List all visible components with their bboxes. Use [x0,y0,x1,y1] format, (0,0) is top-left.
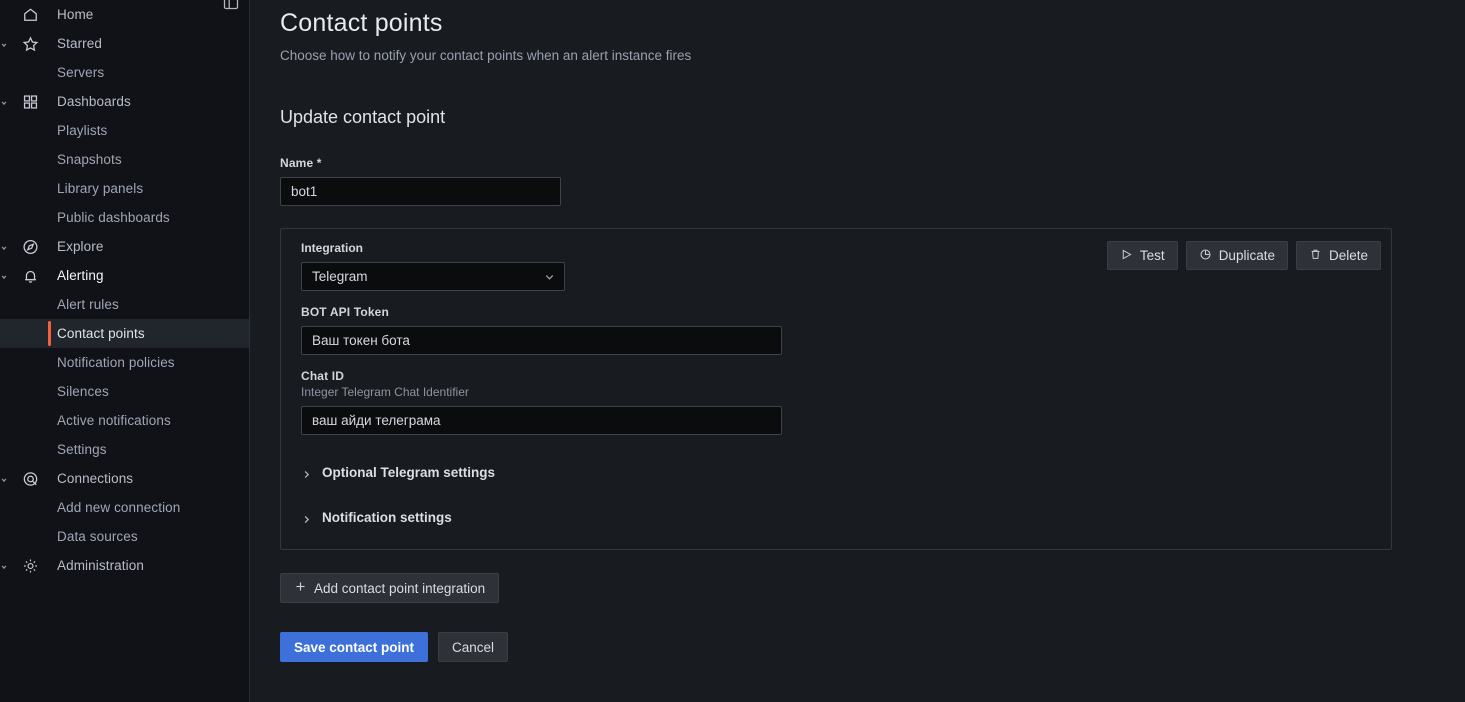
sidebar-item-explore[interactable]: Explore [0,232,249,261]
sidebar-item-label: Silences [57,384,109,399]
sidebar-nav-list: Home Starred Servers Dashboards Playlists Sna… [0,0,249,580]
chat-id-group: Chat ID Integer Telegram Chat Identifier [301,369,1381,435]
cancel-button-label: Cancel [452,639,495,655]
save-contact-point-button[interactable]: Save contact point [280,632,429,662]
sidebar-item-starred[interactable]: Starred [0,29,249,58]
test-button-label: Test [1139,248,1165,263]
page-title: Contact points [280,9,443,37]
play-icon [1120,248,1133,264]
sidebar-item-label: Library panels [57,181,144,196]
sidebar-item-label: Servers [57,65,105,80]
sidebar-item-label: Connections [57,471,134,486]
duplicate-button[interactable]: Duplicate [1185,241,1288,270]
sidebar-item-contact-points[interactable]: Contact points [0,319,249,348]
sidebar-item-connections[interactable]: Connections [0,464,249,493]
add-integration-row: Add contact point integration [280,573,1465,603]
notification-settings-label: Notification settings [322,510,452,525]
delete-button-label: Delete [1328,248,1368,263]
sidebar-item-silences[interactable]: Silences [0,377,249,406]
sidebar-item-playlists[interactable]: Playlists [0,116,249,145]
sidebar-item-label: Public dashboards [57,210,170,225]
sidebar-item-label: Alert rules [57,297,119,312]
integration-select-value: Telegram [312,269,368,284]
sidebar-item-alert-rules[interactable]: Alert rules [0,290,249,319]
sidebar-item-label: Snapshots [57,152,122,167]
sidebar-item-label: Add new connection [57,500,181,515]
main-content: Contact points Choose how to notify your… [250,0,1465,702]
sidebar-item-label: Contact points [57,326,145,341]
sidebar-item-active-notifications[interactable]: Active notifications [0,406,249,435]
sidebar-item-servers[interactable]: Servers [0,58,249,87]
integration-actions: Test Duplicate Delete [1106,241,1381,270]
sidebar-item-label: Active notifications [57,413,171,428]
sidebar-item-dashboards[interactable]: Dashboards [0,87,249,116]
sidebar-item-label: Playlists [57,123,108,138]
name-label: Name * [280,156,322,170]
sidebar-item-settings[interactable]: Settings [0,435,249,464]
add-integration-label: Add contact point integration [314,580,486,596]
delete-button[interactable]: Delete [1295,241,1381,270]
duplicate-button-label: Duplicate [1218,248,1275,263]
sidebar-item-label: Data sources [57,529,138,544]
chevron-down-icon[interactable] [0,473,10,485]
chevron-right-icon [301,467,312,479]
section-title: Update contact point [280,107,446,127]
save-button-label: Save contact point [294,639,415,655]
integration-panel: Test Duplicate Delete Integration Telegr… [280,228,1392,550]
sidebar-item-label: Alerting [57,268,104,283]
add-contact-point-integration-button[interactable]: Add contact point integration [280,573,500,603]
chevron-right-icon [301,512,312,524]
form-footer: Save contact point Cancel [280,632,1465,662]
sidebar-item-public-dashboards[interactable]: Public dashboards [0,203,249,232]
sidebar-item-label: Administration [57,558,144,573]
name-input[interactable] [280,177,561,206]
integration-select[interactable]: Telegram [301,262,565,291]
home-icon [22,6,39,23]
optional-telegram-settings-label: Optional Telegram settings [322,465,496,480]
bot-token-label: BOT API Token [301,305,389,319]
star-icon [22,35,39,52]
sidebar-item-label: Settings [57,442,107,457]
compass-icon [22,238,39,255]
sidebar-item-notification-policies[interactable]: Notification policies [0,348,249,377]
sidebar-item-home[interactable]: Home [0,0,249,29]
bot-token-group: BOT API Token [301,305,1381,355]
sidebar-item-library-panels[interactable]: Library panels [0,174,249,203]
chevron-down-icon[interactable] [0,38,10,50]
sidebar-item-label: Home [57,7,94,22]
sidebar-item-administration[interactable]: Administration [0,551,249,580]
bot-token-input[interactable] [301,326,782,355]
chevron-down-icon[interactable] [0,96,10,108]
sidebar-item-alerting[interactable]: Alerting [0,261,249,290]
sidebar-item-add-new-connection[interactable]: Add new connection [0,493,249,522]
chat-id-description: Integer Telegram Chat Identifier [301,385,469,399]
integration-select-wrap: Telegram [301,262,565,291]
chevron-down-icon[interactable] [0,560,10,572]
sidebar-item-label: Explore [57,239,104,254]
chevron-down-icon[interactable] [0,241,10,253]
sidebar-item-data-sources[interactable]: Data sources [0,522,249,551]
test-button[interactable]: Test [1106,241,1178,270]
chat-id-label: Chat ID [301,369,345,383]
trash-icon [1309,248,1322,264]
grafana-app: Home Starred Servers Dashboards Playlists Sna… [0,0,1465,702]
connections-icon [22,470,39,487]
copy-icon [1199,248,1212,264]
name-field-group: Name * [280,156,1465,206]
chat-id-input[interactable] [301,406,782,435]
cancel-button[interactable]: Cancel [438,632,509,662]
dashboards-icon [22,93,39,110]
page-subtitle: Choose how to notify your contact points… [280,48,692,63]
bell-icon [22,267,39,284]
sidebar-item-snapshots[interactable]: Snapshots [0,145,249,174]
sidebar: Home Starred Servers Dashboards Playlists Sna… [0,0,250,702]
plus-icon [294,580,307,596]
notification-settings-toggle[interactable]: Notification settings [301,510,1381,525]
sidebar-item-label: Starred [57,36,102,51]
sidebar-item-label: Dashboards [57,94,131,109]
optional-telegram-settings-toggle[interactable]: Optional Telegram settings [301,465,1381,480]
chevron-down-icon[interactable] [0,270,10,282]
sidebar-item-label: Notification policies [57,355,175,370]
gear-icon [22,557,39,574]
